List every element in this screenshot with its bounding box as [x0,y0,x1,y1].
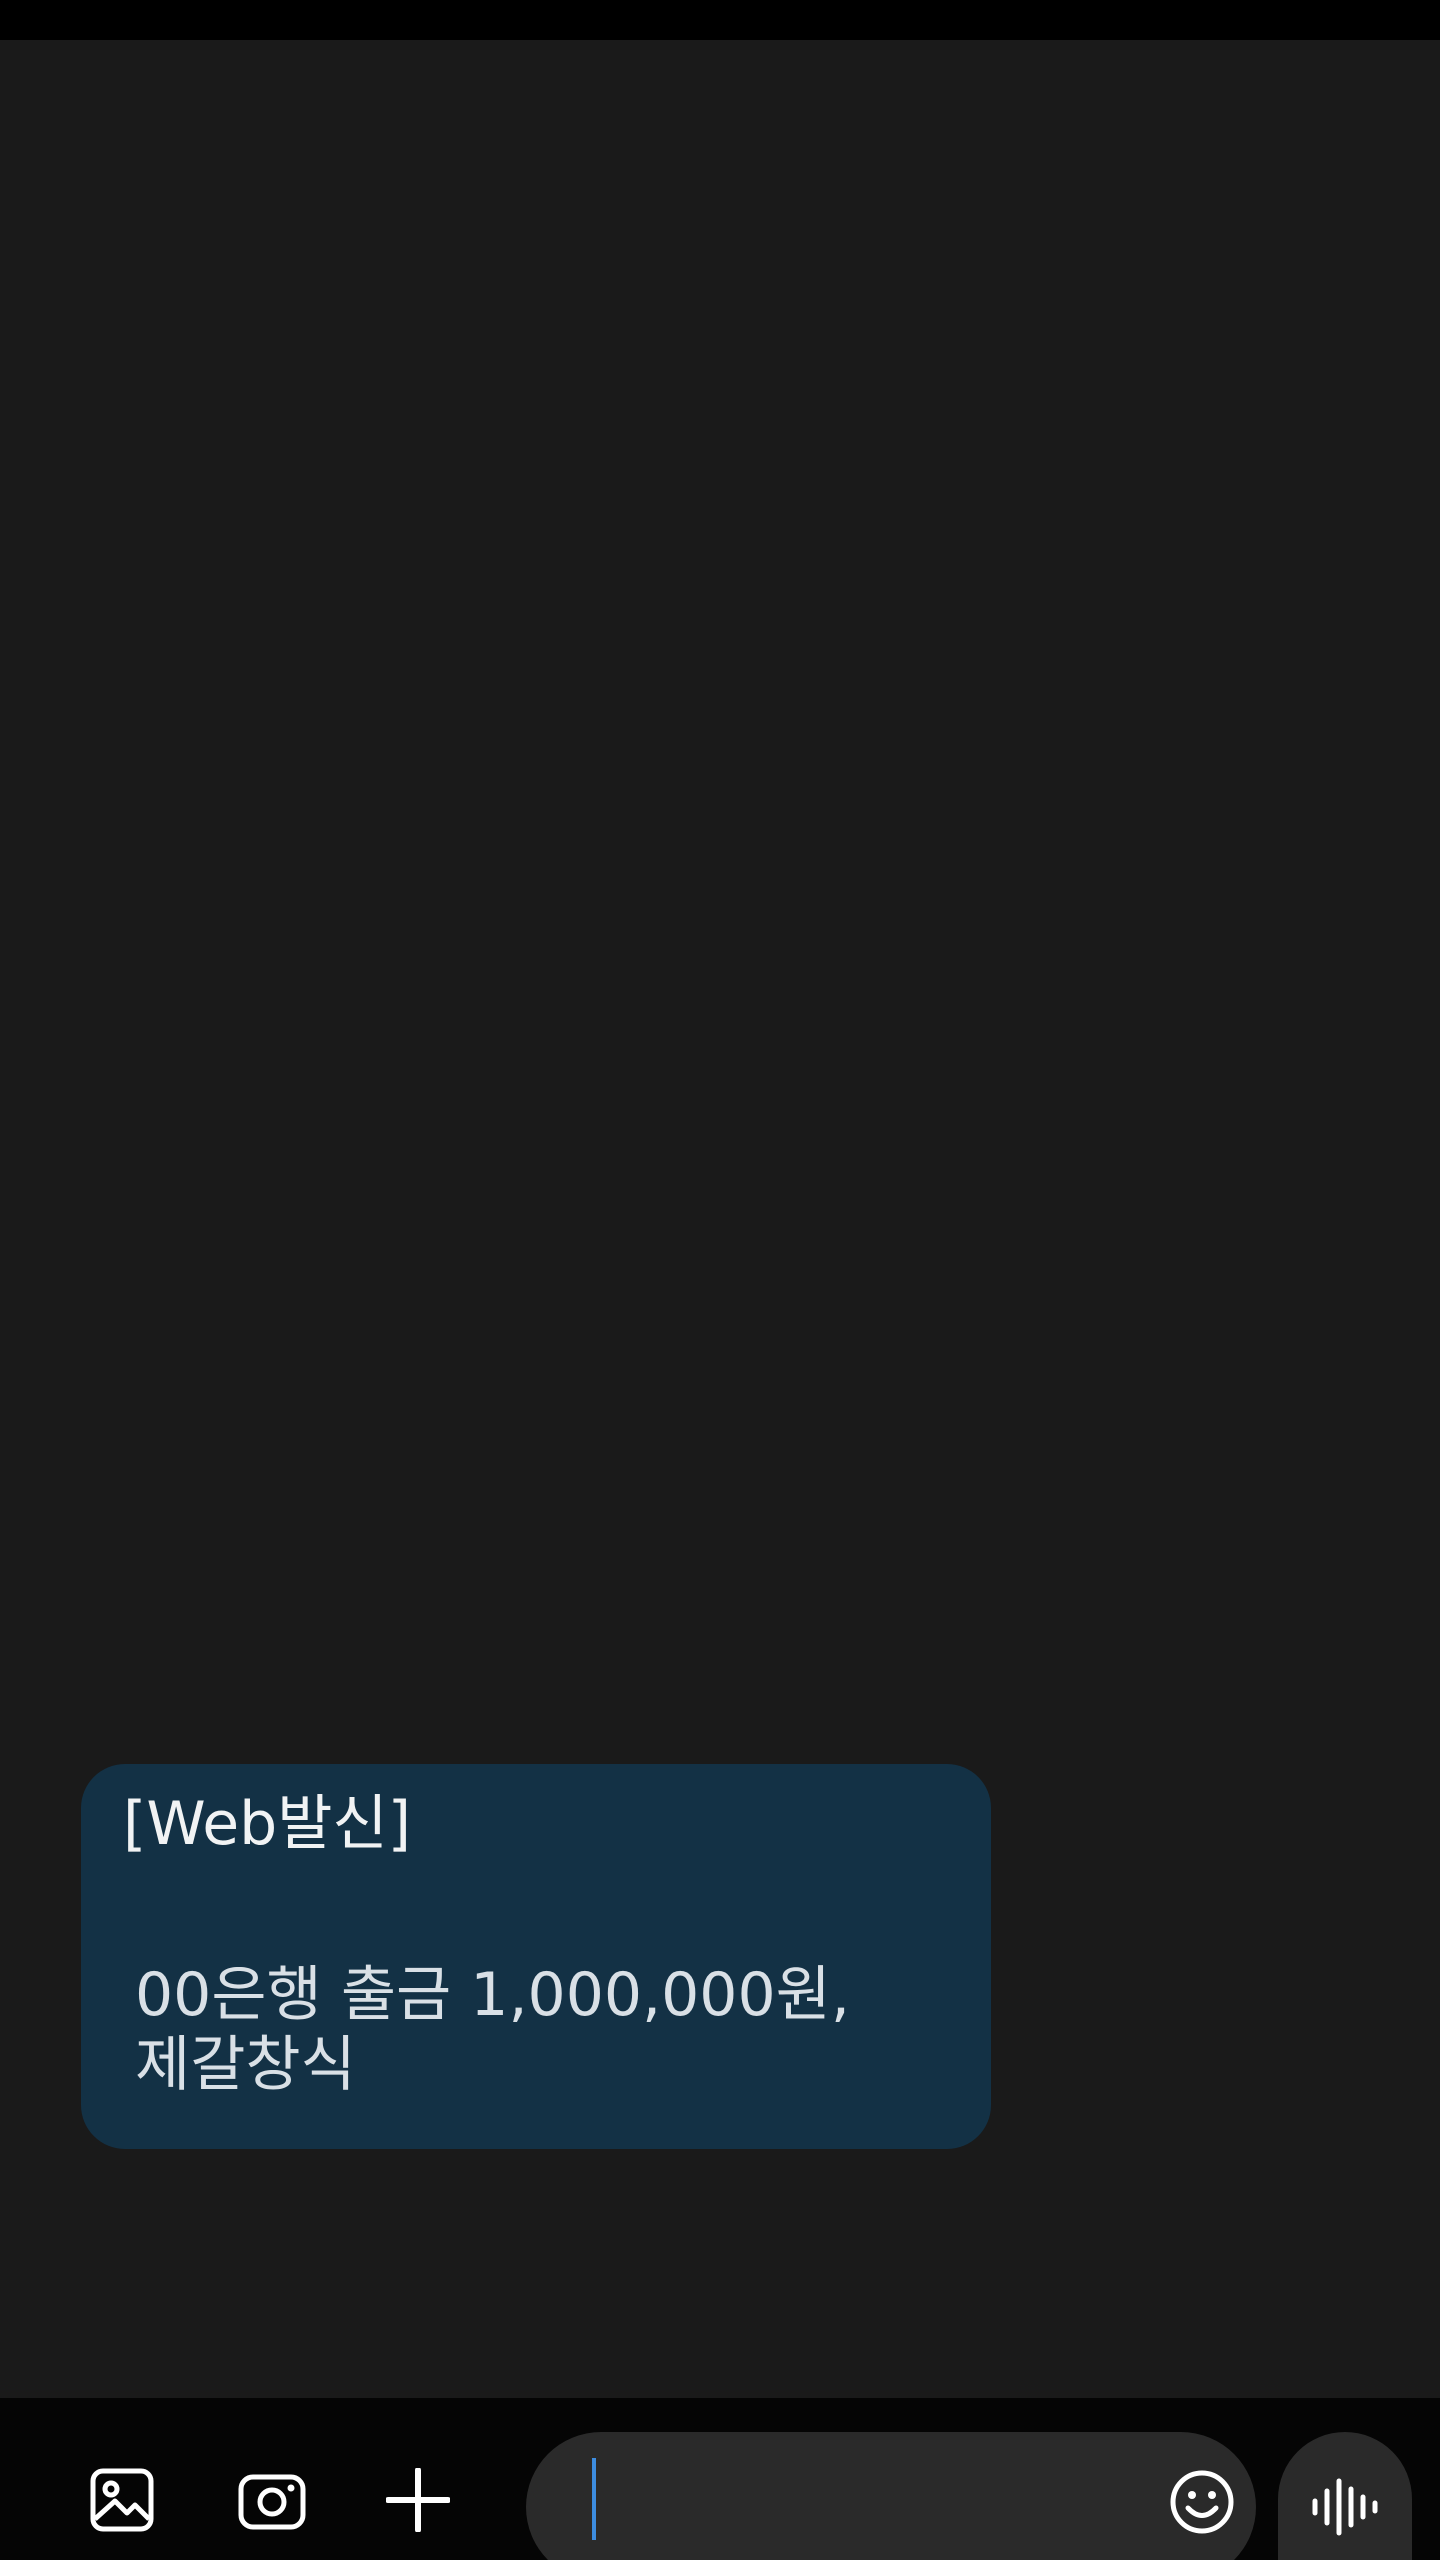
message-title: [Web발신] [123,1789,412,1859]
message-input[interactable] [586,2456,1130,2554]
emoji-icon [1170,2470,1234,2534]
gallery-button[interactable] [74,2452,170,2548]
plus-icon [386,2468,450,2532]
camera-button[interactable] [224,2452,320,2548]
camera-icon [238,2474,306,2530]
incoming-message-bubble[interactable]: [Web발신] 00은행 출금 1,000,000원, 제갈창식 [81,1764,991,2149]
message-body-line: 제갈창식 [135,2030,356,2100]
gallery-icon [90,2468,154,2532]
status-bar [0,0,1440,40]
emoji-button[interactable] [1154,2454,1250,2550]
voice-waveform-icon [1312,2478,1378,2536]
text-caret [592,2458,596,2540]
voice-input-button[interactable] [1278,2432,1412,2560]
message-input-container[interactable] [526,2432,1256,2560]
messages-screen: [Web발신] 00은행 출금 1,000,000원, 제갈창식 [0,0,1440,2560]
add-attachment-button[interactable] [370,2452,466,2548]
message-body-line: 00은행 출금 1,000,000원, [135,1960,850,2030]
message-body: 00은행 출금 1,000,000원, 제갈창식 [135,1960,850,2100]
